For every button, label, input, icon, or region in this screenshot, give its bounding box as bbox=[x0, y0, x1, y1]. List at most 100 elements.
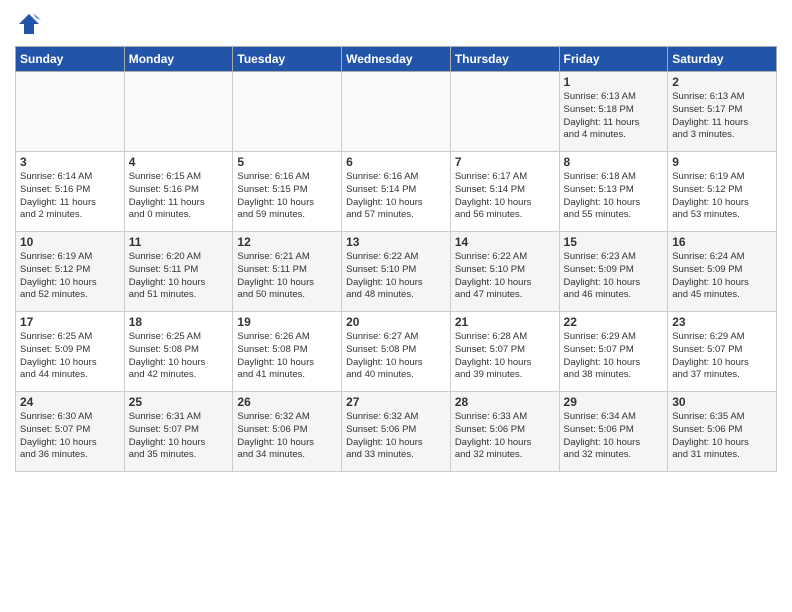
week-row-1: 3 Sunrise: 6:14 AM Sunset: 5:16 PM Daylig… bbox=[16, 152, 777, 232]
day-cell: 3 Sunrise: 6:14 AM Sunset: 5:16 PM Daylig… bbox=[16, 152, 125, 232]
day-number: 28 bbox=[455, 395, 555, 409]
day-number: 22 bbox=[564, 315, 664, 329]
day-cell: 10 Sunrise: 6:19 AM Sunset: 5:12 PM Dayli… bbox=[16, 232, 125, 312]
day-info: Sunrise: 6:19 AM Sunset: 5:12 PM Dayligh… bbox=[20, 251, 120, 302]
day-info: Sunrise: 6:13 AM Sunset: 5:18 PM Dayligh… bbox=[564, 91, 664, 142]
calendar: SundayMondayTuesdayWednesdayThursdayFrid… bbox=[15, 46, 777, 472]
day-cell: 21 Sunrise: 6:28 AM Sunset: 5:07 PM Dayli… bbox=[450, 312, 559, 392]
day-cell bbox=[342, 72, 451, 152]
day-info: Sunrise: 6:32 AM Sunset: 5:06 PM Dayligh… bbox=[237, 411, 337, 462]
day-info: Sunrise: 6:32 AM Sunset: 5:06 PM Dayligh… bbox=[346, 411, 446, 462]
col-header-sunday: Sunday bbox=[16, 47, 125, 72]
day-cell: 11 Sunrise: 6:20 AM Sunset: 5:11 PM Dayli… bbox=[124, 232, 233, 312]
day-cell: 19 Sunrise: 6:26 AM Sunset: 5:08 PM Dayli… bbox=[233, 312, 342, 392]
day-cell: 28 Sunrise: 6:33 AM Sunset: 5:06 PM Dayli… bbox=[450, 392, 559, 472]
day-info: Sunrise: 6:22 AM Sunset: 5:10 PM Dayligh… bbox=[346, 251, 446, 302]
calendar-header-row: SundayMondayTuesdayWednesdayThursdayFrid… bbox=[16, 47, 777, 72]
day-info: Sunrise: 6:34 AM Sunset: 5:06 PM Dayligh… bbox=[564, 411, 664, 462]
day-info: Sunrise: 6:35 AM Sunset: 5:06 PM Dayligh… bbox=[672, 411, 772, 462]
col-header-wednesday: Wednesday bbox=[342, 47, 451, 72]
day-number: 21 bbox=[455, 315, 555, 329]
header bbox=[15, 10, 777, 38]
day-number: 17 bbox=[20, 315, 120, 329]
day-number: 10 bbox=[20, 235, 120, 249]
day-number: 4 bbox=[129, 155, 229, 169]
day-info: Sunrise: 6:29 AM Sunset: 5:07 PM Dayligh… bbox=[672, 331, 772, 382]
day-number: 13 bbox=[346, 235, 446, 249]
day-number: 27 bbox=[346, 395, 446, 409]
day-info: Sunrise: 6:25 AM Sunset: 5:09 PM Dayligh… bbox=[20, 331, 120, 382]
day-cell: 13 Sunrise: 6:22 AM Sunset: 5:10 PM Dayli… bbox=[342, 232, 451, 312]
day-cell: 2 Sunrise: 6:13 AM Sunset: 5:17 PM Daylig… bbox=[668, 72, 777, 152]
day-number: 1 bbox=[564, 75, 664, 89]
day-number: 14 bbox=[455, 235, 555, 249]
day-cell: 12 Sunrise: 6:21 AM Sunset: 5:11 PM Dayli… bbox=[233, 232, 342, 312]
day-cell: 26 Sunrise: 6:32 AM Sunset: 5:06 PM Dayli… bbox=[233, 392, 342, 472]
day-number: 26 bbox=[237, 395, 337, 409]
day-number: 29 bbox=[564, 395, 664, 409]
day-cell: 4 Sunrise: 6:15 AM Sunset: 5:16 PM Daylig… bbox=[124, 152, 233, 232]
day-cell bbox=[450, 72, 559, 152]
day-number: 15 bbox=[564, 235, 664, 249]
day-cell: 18Sunrise: 6:25 AM Sunset: 5:08 PM Dayli… bbox=[124, 312, 233, 392]
day-number: 11 bbox=[129, 235, 229, 249]
day-info: Sunrise: 6:22 AM Sunset: 5:10 PM Dayligh… bbox=[455, 251, 555, 302]
day-cell bbox=[233, 72, 342, 152]
day-info: Sunrise: 6:13 AM Sunset: 5:17 PM Dayligh… bbox=[672, 91, 772, 142]
day-number: 2 bbox=[672, 75, 772, 89]
day-number: 8 bbox=[564, 155, 664, 169]
day-info: Sunrise: 6:17 AM Sunset: 5:14 PM Dayligh… bbox=[455, 171, 555, 222]
day-cell: 9 Sunrise: 6:19 AM Sunset: 5:12 PM Daylig… bbox=[668, 152, 777, 232]
day-cell bbox=[16, 72, 125, 152]
day-cell: 15 Sunrise: 6:23 AM Sunset: 5:09 PM Dayli… bbox=[559, 232, 668, 312]
week-row-2: 10 Sunrise: 6:19 AM Sunset: 5:12 PM Dayli… bbox=[16, 232, 777, 312]
day-info: Sunrise: 6:19 AM Sunset: 5:12 PM Dayligh… bbox=[672, 171, 772, 222]
day-cell: 27 Sunrise: 6:32 AM Sunset: 5:06 PM Dayli… bbox=[342, 392, 451, 472]
day-cell: 14 Sunrise: 6:22 AM Sunset: 5:10 PM Dayli… bbox=[450, 232, 559, 312]
day-cell bbox=[124, 72, 233, 152]
day-info: Sunrise: 6:33 AM Sunset: 5:06 PM Dayligh… bbox=[455, 411, 555, 462]
day-info: Sunrise: 6:24 AM Sunset: 5:09 PM Dayligh… bbox=[672, 251, 772, 302]
day-number: 12 bbox=[237, 235, 337, 249]
day-info: Sunrise: 6:31 AM Sunset: 5:07 PM Dayligh… bbox=[129, 411, 229, 462]
day-info: Sunrise: 6:21 AM Sunset: 5:11 PM Dayligh… bbox=[237, 251, 337, 302]
day-info: Sunrise: 6:16 AM Sunset: 5:15 PM Dayligh… bbox=[237, 171, 337, 222]
day-number: 19 bbox=[237, 315, 337, 329]
day-cell: 29 Sunrise: 6:34 AM Sunset: 5:06 PM Dayli… bbox=[559, 392, 668, 472]
page: SundayMondayTuesdayWednesdayThursdayFrid… bbox=[0, 0, 792, 612]
day-info: Sunrise: 6:15 AM Sunset: 5:16 PM Dayligh… bbox=[129, 171, 229, 222]
day-info: Sunrise: 6:29 AM Sunset: 5:07 PM Dayligh… bbox=[564, 331, 664, 382]
day-cell: 16 Sunrise: 6:24 AM Sunset: 5:09 PM Dayli… bbox=[668, 232, 777, 312]
day-info: Sunrise: 6:23 AM Sunset: 5:09 PM Dayligh… bbox=[564, 251, 664, 302]
day-number: 23 bbox=[672, 315, 772, 329]
day-cell: 8 Sunrise: 6:18 AM Sunset: 5:13 PM Daylig… bbox=[559, 152, 668, 232]
day-number: 5 bbox=[237, 155, 337, 169]
logo-icon bbox=[15, 10, 43, 38]
day-cell: 30 Sunrise: 6:35 AM Sunset: 5:06 PM Dayli… bbox=[668, 392, 777, 472]
col-header-monday: Monday bbox=[124, 47, 233, 72]
day-info: Sunrise: 6:16 AM Sunset: 5:14 PM Dayligh… bbox=[346, 171, 446, 222]
day-info: Sunrise: 6:14 AM Sunset: 5:16 PM Dayligh… bbox=[20, 171, 120, 222]
day-number: 30 bbox=[672, 395, 772, 409]
day-info: Sunrise: 6:20 AM Sunset: 5:11 PM Dayligh… bbox=[129, 251, 229, 302]
day-cell: 7Sunrise: 6:17 AM Sunset: 5:14 PM Daylig… bbox=[450, 152, 559, 232]
day-number: 6 bbox=[346, 155, 446, 169]
week-row-3: 17 Sunrise: 6:25 AM Sunset: 5:09 PM Dayli… bbox=[16, 312, 777, 392]
day-info: Sunrise: 6:26 AM Sunset: 5:08 PM Dayligh… bbox=[237, 331, 337, 382]
day-number: 16 bbox=[672, 235, 772, 249]
day-info: Sunrise: 6:30 AM Sunset: 5:07 PM Dayligh… bbox=[20, 411, 120, 462]
day-number: 3 bbox=[20, 155, 120, 169]
day-cell: 22 Sunrise: 6:29 AM Sunset: 5:07 PM Dayli… bbox=[559, 312, 668, 392]
day-cell: 6 Sunrise: 6:16 AM Sunset: 5:14 PM Daylig… bbox=[342, 152, 451, 232]
logo bbox=[15, 10, 47, 38]
day-info: Sunrise: 6:18 AM Sunset: 5:13 PM Dayligh… bbox=[564, 171, 664, 222]
day-info: Sunrise: 6:28 AM Sunset: 5:07 PM Dayligh… bbox=[455, 331, 555, 382]
day-cell: 24Sunrise: 6:30 AM Sunset: 5:07 PM Dayli… bbox=[16, 392, 125, 472]
day-number: 25 bbox=[129, 395, 229, 409]
day-cell: 23 Sunrise: 6:29 AM Sunset: 5:07 PM Dayli… bbox=[668, 312, 777, 392]
day-number: 9 bbox=[672, 155, 772, 169]
day-number: 18 bbox=[129, 315, 229, 329]
day-cell: 1 Sunrise: 6:13 AM Sunset: 5:18 PM Daylig… bbox=[559, 72, 668, 152]
day-number: 20 bbox=[346, 315, 446, 329]
day-cell: 5 Sunrise: 6:16 AM Sunset: 5:15 PM Daylig… bbox=[233, 152, 342, 232]
